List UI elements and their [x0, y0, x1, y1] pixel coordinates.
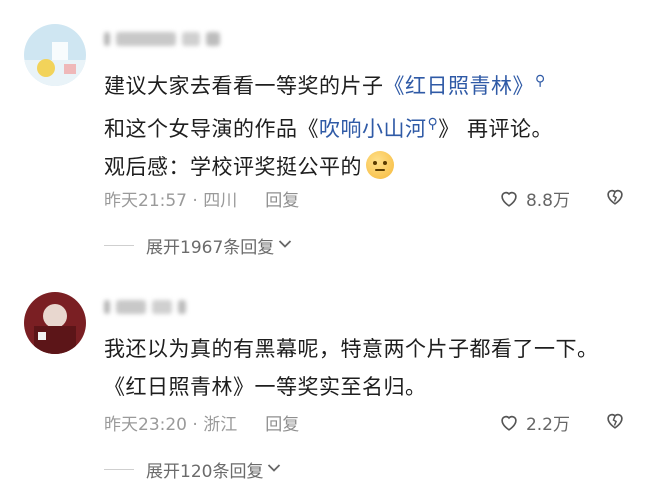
movie-link[interactable]: 吹响小山河⚲: [319, 116, 439, 141]
movie-link[interactable]: 《红日照青林》⚲: [384, 73, 546, 98]
heart-icon: [501, 415, 517, 431]
expand-replies[interactable]: 展开120条回复: [104, 458, 281, 482]
comment-text: 我还以为真的有黑幕呢，特意两个片子都看了一下。《红日照青林》一等奖实至名归。: [104, 337, 599, 399]
expand-replies-label: 展开120条回复: [146, 461, 264, 482]
dislike-button[interactable]: [604, 409, 626, 436]
chevron-down-icon: [267, 462, 281, 476]
heart-icon: [501, 191, 517, 207]
like-button[interactable]: 8.8万: [498, 186, 570, 211]
thinking-face-emoji-icon: [366, 151, 394, 179]
avatar[interactable]: [24, 292, 86, 354]
reply-button[interactable]: 回复: [265, 186, 299, 211]
time-location: 昨天21:57 · 四川: [104, 190, 238, 211]
divider: [104, 468, 134, 470]
search-icon: ⚲: [427, 116, 439, 132]
expand-replies-label: 展开1967条回复: [146, 237, 275, 258]
expand-replies[interactable]: 展开1967条回复: [104, 234, 292, 258]
search-icon: ⚲: [535, 73, 546, 89]
username-masked[interactable]: [104, 298, 186, 316]
dislike-button[interactable]: [604, 185, 626, 212]
username-masked[interactable]: [104, 30, 220, 48]
broken-heart-icon: [607, 189, 623, 205]
divider: [104, 244, 134, 246]
avatar[interactable]: [24, 24, 86, 86]
comment-meta: 昨天23:20 · 浙江 回复 2.2万: [104, 409, 626, 436]
reply-button[interactable]: 回复: [265, 410, 299, 435]
like-count: 8.8万: [525, 190, 570, 211]
broken-heart-icon: [607, 413, 623, 429]
like-count: 2.2万: [525, 414, 570, 435]
like-button[interactable]: 2.2万: [498, 410, 570, 435]
chevron-down-icon: [278, 238, 292, 252]
comment-text: 建议大家去看看一等奖的片子《红日照青林》⚲ 和这个女导演的作品《吹响小山河⚲》 …: [104, 73, 553, 179]
comment-meta: 昨天21:57 · 四川 回复 8.8万: [104, 185, 626, 212]
time-location: 昨天23:20 · 浙江: [104, 414, 238, 435]
